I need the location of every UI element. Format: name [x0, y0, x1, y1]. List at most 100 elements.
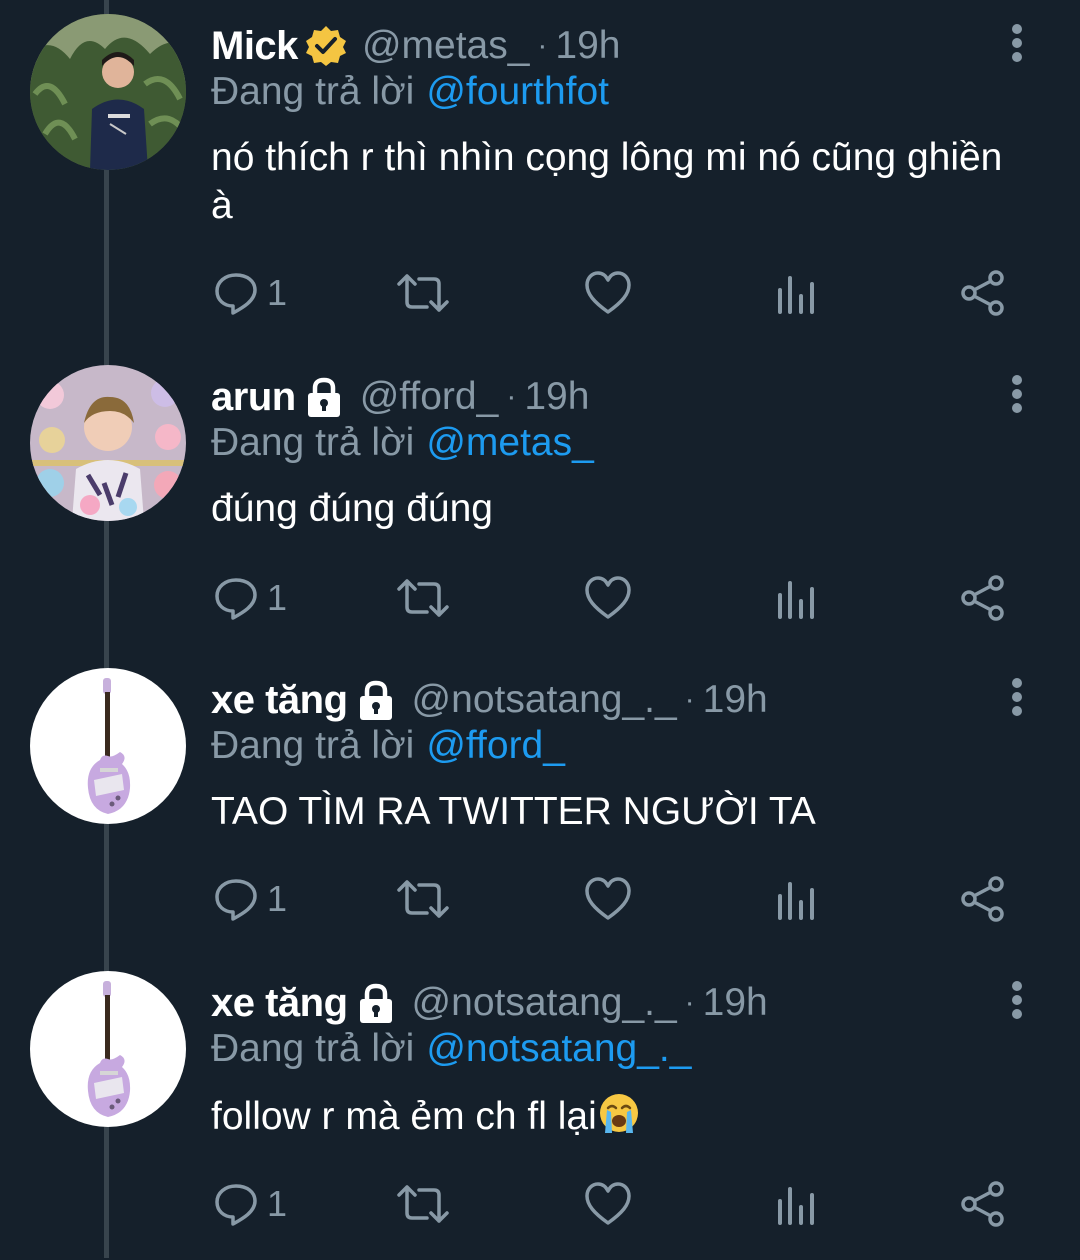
lock-icon	[354, 678, 398, 722]
avatar[interactable]	[30, 365, 186, 521]
reply-context: Đang trả lời @fford_	[211, 724, 565, 768]
share-button[interactable]	[960, 573, 1006, 623]
heart-icon	[585, 271, 631, 314]
handle[interactable]: @metas_	[362, 24, 529, 68]
reply-button[interactable]: 1	[213, 268, 287, 318]
views-button[interactable]	[776, 1179, 816, 1229]
share-icon	[961, 270, 1004, 316]
handle[interactable]: @notsatang_._	[412, 678, 677, 722]
more-vertical-icon[interactable]	[1003, 981, 1031, 1025]
share-icon	[961, 876, 1004, 922]
retweet-icon	[397, 1185, 449, 1223]
reply-mention-link[interactable]: @metas_	[426, 421, 593, 464]
tweet-text: đúng đúng đúng	[211, 487, 493, 530]
like-button[interactable]	[584, 1179, 632, 1229]
retweet-icon	[397, 274, 449, 312]
timestamp[interactable]: 19h	[555, 24, 620, 68]
tweet[interactable]: arun @fford_ · 19h Đang trả lời @metas_ đ…	[0, 351, 1080, 654]
timestamp[interactable]: 19h	[524, 375, 589, 419]
tweet-header: xe tăng @notsatang_._ · 19h	[211, 674, 768, 726]
display-name[interactable]: xe tăng	[211, 678, 348, 723]
retweet-button[interactable]	[397, 573, 449, 623]
views-button[interactable]	[776, 874, 816, 924]
tweet[interactable]: xe tăng @notsatang_._ · 19h Đang trả lời…	[0, 957, 1080, 1260]
analytics-icon	[778, 1187, 814, 1225]
heart-icon	[585, 576, 631, 619]
views-button[interactable]	[776, 573, 816, 623]
tweet[interactable]: Mick @metas_ · 19h Đang trả lời @fourthfo…	[0, 0, 1080, 316]
share-icon	[961, 575, 1004, 621]
like-button[interactable]	[584, 268, 632, 318]
retweet-button[interactable]	[397, 1179, 449, 1229]
reply-icon	[215, 1184, 257, 1226]
handle[interactable]: @fford_	[360, 375, 499, 419]
display-name[interactable]: arun	[211, 375, 296, 420]
reply-context: Đang trả lời @fourthfot	[211, 70, 609, 114]
timestamp[interactable]: 19h	[703, 981, 768, 1025]
separator-dot: ·	[537, 29, 548, 62]
reply-context: Đang trả lời @metas_	[211, 421, 594, 465]
reply-mention-link[interactable]: @fourthfot	[426, 70, 609, 113]
display-name[interactable]: Mick	[211, 24, 298, 69]
avatar[interactable]	[30, 971, 186, 1127]
reply-mention-link[interactable]: @notsatang_._	[426, 1027, 691, 1070]
share-button[interactable]	[960, 268, 1006, 318]
more-vertical-icon[interactable]	[1003, 375, 1031, 419]
like-button[interactable]	[584, 874, 632, 924]
action-bar: 1	[0, 268, 1080, 318]
retweet-button[interactable]	[397, 874, 449, 924]
reply-label: Đang trả lời	[211, 421, 415, 464]
analytics-icon	[778, 882, 814, 920]
analytics-icon	[778, 581, 814, 619]
lock-icon	[302, 375, 346, 419]
more-vertical-icon[interactable]	[1003, 24, 1031, 68]
separator-dot: ·	[684, 683, 695, 716]
reply-button[interactable]: 1	[213, 874, 287, 924]
share-button[interactable]	[960, 1179, 1006, 1229]
timestamp[interactable]: 19h	[703, 678, 768, 722]
reply-context: Đang trả lời @notsatang_._	[211, 1027, 691, 1071]
tweet-text: nó thích r thì nhìn cọng lông mi nó cũng…	[211, 136, 1003, 227]
tweet[interactable]: xe tăng @notsatang_._ · 19h Đang trả lời…	[0, 654, 1080, 957]
separator-dot: ·	[506, 380, 517, 413]
display-name[interactable]: xe tăng	[211, 981, 348, 1026]
avatar[interactable]	[30, 14, 186, 170]
reply-label: Đang trả lời	[211, 724, 415, 767]
tweet-text-container: follow r mà ẻm ch fl lại	[211, 1091, 1011, 1141]
tweet-text: follow r mà ẻm ch fl lại	[211, 1095, 597, 1138]
reply-button[interactable]: 1	[213, 573, 287, 623]
action-bar: 1	[0, 1179, 1080, 1229]
heart-icon	[585, 1182, 631, 1225]
analytics-icon	[778, 276, 814, 314]
views-button[interactable]	[776, 268, 816, 318]
reply-icon	[215, 273, 257, 315]
like-button[interactable]	[584, 573, 632, 623]
reply-count: 1	[267, 878, 288, 919]
reply-count: 1	[267, 577, 288, 618]
tweet-text: TAO TÌM RA TWITTER NGƯỜI TA	[211, 790, 816, 833]
handle[interactable]: @notsatang_._	[412, 981, 677, 1025]
crying-face-emoji	[597, 1091, 641, 1135]
tweet-header: xe tăng @notsatang_._ · 19h	[211, 977, 768, 1029]
share-button[interactable]	[960, 874, 1006, 924]
reply-count: 1	[267, 1183, 288, 1224]
avatar[interactable]	[30, 668, 186, 824]
action-bar: 1	[0, 874, 1080, 924]
reply-count: 1	[267, 272, 288, 313]
verified-badge-icon	[304, 24, 348, 68]
separator-dot: ·	[684, 986, 695, 1019]
reply-icon	[215, 578, 257, 620]
reply-icon	[215, 879, 257, 921]
more-vertical-icon[interactable]	[1003, 678, 1031, 722]
tweet-header: Mick @metas_ · 19h	[211, 20, 621, 72]
retweet-icon	[397, 579, 449, 617]
retweet-button[interactable]	[397, 268, 449, 318]
share-icon	[961, 1181, 1004, 1227]
tweet-header: arun @fford_ · 19h	[211, 371, 589, 423]
action-bar: 1	[0, 573, 1080, 623]
reply-label: Đang trả lời	[211, 1027, 415, 1070]
reply-label: Đang trả lời	[211, 70, 415, 113]
reply-mention-link[interactable]: @fford_	[426, 724, 565, 767]
heart-icon	[585, 877, 631, 920]
reply-button[interactable]: 1	[213, 1179, 287, 1229]
